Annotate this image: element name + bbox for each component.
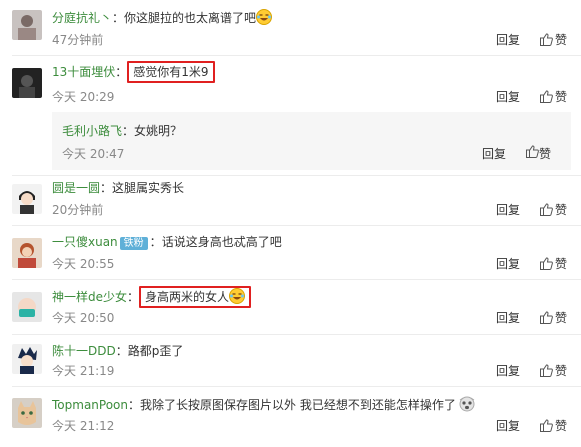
divider bbox=[12, 334, 581, 335]
thumbs-up-icon bbox=[540, 33, 553, 50]
reply-button[interactable]: 回复 bbox=[496, 418, 520, 434]
comment-text: 身高两米的女人 bbox=[145, 290, 230, 304]
comment-text: 你这腿拉的也太离谱了吧 bbox=[124, 11, 257, 25]
reply-button[interactable]: 回复 bbox=[496, 32, 520, 48]
sub-reply-box: 毛利小路飞：女姚明？ 今天 20:47 回复 赞 bbox=[52, 112, 571, 170]
username[interactable]: 陈十一DDD bbox=[52, 344, 116, 358]
comment-time: 今天 20:29 bbox=[52, 90, 115, 104]
shocked-face-emoji-icon bbox=[458, 396, 476, 416]
thumbs-up-icon bbox=[540, 364, 553, 381]
comment-text: 感觉你有1米9 bbox=[127, 61, 215, 83]
like-button[interactable]: 赞 bbox=[540, 89, 567, 107]
comment-text: 我除了长按原图保存图片以外 我已经想不到还能怎样操作了 bbox=[140, 398, 456, 412]
comment-text: 这腿属实秀长 bbox=[112, 181, 185, 195]
reply-button[interactable]: 回复 bbox=[496, 310, 520, 326]
comment-time: 今天 20:55 bbox=[52, 257, 115, 271]
like-button[interactable]: 赞 bbox=[540, 256, 567, 274]
comment-text: 话说这身高也忒高了吧 bbox=[161, 235, 282, 249]
avatar[interactable] bbox=[12, 238, 42, 268]
username[interactable]: 毛利小路飞 bbox=[62, 124, 122, 138]
avatar[interactable] bbox=[12, 292, 42, 322]
laugh-cry-emoji-icon bbox=[256, 9, 273, 29]
reply-button[interactable]: 回复 bbox=[496, 363, 520, 379]
avatar[interactable] bbox=[12, 398, 42, 428]
like-button[interactable]: 赞 bbox=[540, 32, 567, 50]
thumbs-up-icon bbox=[540, 257, 553, 274]
comment-text: 路都p歪了 bbox=[127, 344, 184, 358]
username[interactable]: TopmanPoon bbox=[52, 398, 128, 412]
thumbs-up-icon bbox=[540, 90, 553, 107]
comment-time: 20分钟前 bbox=[52, 203, 104, 217]
like-button[interactable]: 赞 bbox=[540, 202, 567, 220]
username[interactable]: 13十面埋伏 bbox=[52, 65, 115, 79]
comment-time: 47分钟前 bbox=[52, 33, 104, 47]
comment-text: 女姚明？ bbox=[134, 124, 183, 138]
comment-time: 今天 20:50 bbox=[52, 311, 115, 325]
divider bbox=[12, 175, 581, 176]
thumbs-up-icon bbox=[540, 203, 553, 220]
reply-button[interactable]: 回复 bbox=[496, 89, 520, 105]
reply-button[interactable]: 回复 bbox=[496, 256, 520, 272]
avatar[interactable] bbox=[12, 68, 42, 98]
thumbs-up-icon bbox=[526, 145, 539, 161]
username[interactable]: 一只傻xuan bbox=[52, 235, 118, 249]
comment-time: 今天 21:12 bbox=[52, 419, 115, 433]
divider bbox=[12, 386, 581, 387]
divider bbox=[12, 55, 581, 56]
like-button[interactable]: 赞 bbox=[540, 418, 567, 436]
like-button[interactable]: 赞 bbox=[540, 363, 567, 381]
laugh-cry-emoji-icon bbox=[229, 288, 246, 308]
avatar[interactable] bbox=[12, 344, 42, 374]
comment-time: 今天 21:19 bbox=[52, 364, 115, 378]
reply-button[interactable]: 回复 bbox=[482, 145, 506, 162]
like-button[interactable]: 赞 bbox=[540, 310, 567, 328]
divider bbox=[12, 225, 581, 226]
thumbs-up-icon bbox=[540, 311, 553, 328]
username[interactable]: 神一样de少女 bbox=[52, 290, 127, 304]
fan-badge: 铁粉 bbox=[119, 237, 148, 250]
reply-button[interactable]: 回复 bbox=[496, 202, 520, 218]
username[interactable]: 分庭抗礼丶 bbox=[52, 11, 112, 25]
avatar[interactable] bbox=[12, 184, 42, 214]
avatar[interactable] bbox=[12, 10, 42, 40]
username[interactable]: 圆是一圆 bbox=[52, 181, 100, 195]
like-button[interactable]: 赞 bbox=[526, 145, 551, 162]
comment-time: 今天 20:47 bbox=[62, 147, 125, 161]
thumbs-up-icon bbox=[540, 419, 553, 436]
divider bbox=[12, 279, 581, 280]
